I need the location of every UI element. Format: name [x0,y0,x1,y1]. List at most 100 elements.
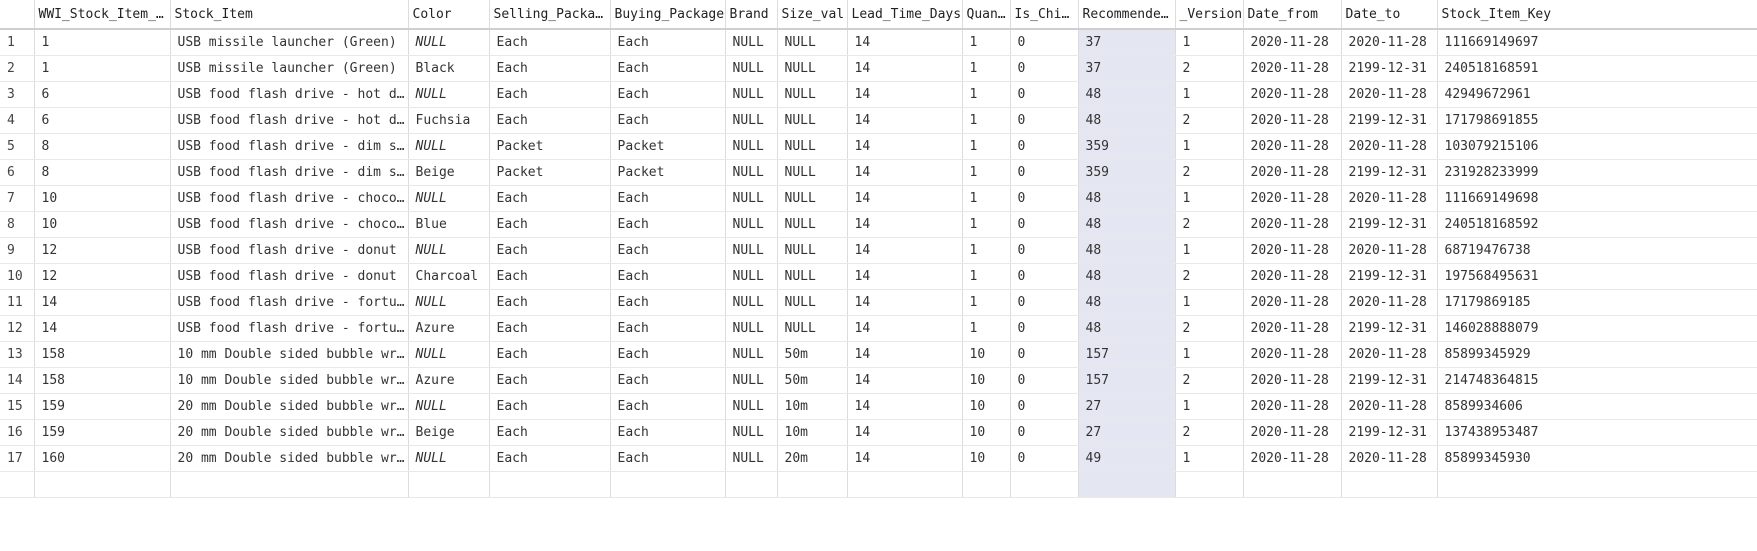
cell-stock-item[interactable]: USB missile launcher (Green) [170,29,409,56]
column-header-lead-time-days[interactable]: Lead_Time_Days [847,0,963,30]
cell-color[interactable] [408,471,490,498]
table-row[interactable]: 14 158 10 mm Double sided bubble wr… Azure E… [0,367,1757,394]
cell-date-from[interactable]: 2020-11-28 [1243,263,1342,290]
cell-lead-time-days[interactable]: 14 [847,107,963,134]
cell-date-to[interactable]: 2199-12-31 [1341,419,1438,446]
cell-recommended[interactable]: 27 [1078,419,1176,446]
cell-lead-time-days[interactable]: 14 [847,341,963,368]
cell-recommended[interactable]: 37 [1078,29,1176,56]
cell-is-chiller[interactable]: 0 [1010,315,1079,342]
cell-stock-item-key[interactable]: 42949672961 [1437,81,1757,108]
cell-lead-time-days[interactable]: 14 [847,81,963,108]
cell-stock-item-key[interactable]: 197568495631 [1437,263,1757,290]
cell-quantity[interactable]: 1 [962,185,1011,212]
cell--version[interactable] [1175,471,1244,498]
cell-date-to[interactable]: 2020-11-28 [1341,133,1438,160]
cell-selling-package[interactable]: Each [489,55,611,82]
cell-is-chiller[interactable]: 0 [1010,159,1079,186]
table-row[interactable]: 9 12 USB food flash drive - donut NULL Each E… [0,237,1757,264]
cell--version[interactable]: 1 [1175,393,1244,420]
cell-stock-item[interactable]: 20 mm Double sided bubble wr… [170,445,409,472]
cell-brand[interactable]: NULL [725,445,778,472]
cell-stock-item-key[interactable]: 214748364815 [1437,367,1757,394]
cell-selling-package[interactable]: Each [489,341,611,368]
column-header-date-from[interactable]: Date_from [1243,0,1342,30]
cell-wwi-stock-item-id[interactable]: 158 [34,341,171,368]
cell-size-val[interactable]: NULL [777,81,848,108]
cell-is-chiller[interactable]: 0 [1010,185,1079,212]
cell-stock-item[interactable]: USB food flash drive - donut [170,237,409,264]
cell-date-from[interactable]: 2020-11-28 [1243,81,1342,108]
cell-buying-package[interactable]: Each [610,315,726,342]
cell-lead-time-days[interactable]: 14 [847,211,963,238]
cell-quantity[interactable]: 1 [962,159,1011,186]
cell-wwi-stock-item-id[interactable]: 1 [34,29,171,56]
cell-stock-item-key[interactable]: 231928233999 [1437,159,1757,186]
table-row[interactable]: 4 6 USB food flash drive - hot d… Fuchsia Ea… [0,107,1757,134]
cell-brand[interactable]: NULL [725,185,778,212]
cell-buying-package[interactable]: Each [610,81,726,108]
cell-brand[interactable]: NULL [725,55,778,82]
cell-color[interactable]: Fuchsia [408,107,490,134]
cell-date-to[interactable]: 2020-11-28 [1341,237,1438,264]
cell-quantity[interactable]: 1 [962,81,1011,108]
cell-date-to[interactable]: 2199-12-31 [1341,159,1438,186]
cell-date-from[interactable]: 2020-11-28 [1243,341,1342,368]
cell-brand[interactable]: NULL [725,81,778,108]
cell-stock-item-key[interactable]: 137438953487 [1437,419,1757,446]
cell-recommended[interactable]: 48 [1078,289,1176,316]
table-row[interactable]: 11 14 USB food flash drive - fortu… NULL Eac… [0,289,1757,316]
cell--version[interactable]: 2 [1175,55,1244,82]
cell--version[interactable]: 2 [1175,367,1244,394]
cell-date-from[interactable]: 2020-11-28 [1243,419,1342,446]
cell--version[interactable]: 1 [1175,81,1244,108]
cell-is-chiller[interactable]: 0 [1010,107,1079,134]
cell-stock-item-key[interactable]: 103079215106 [1437,133,1757,160]
cell-size-val[interactable]: NULL [777,289,848,316]
column-header-date-to[interactable]: Date_to [1341,0,1438,30]
cell-lead-time-days[interactable]: 14 [847,185,963,212]
cell--version[interactable]: 2 [1175,419,1244,446]
cell--version[interactable]: 2 [1175,107,1244,134]
cell-lead-time-days[interactable]: 14 [847,159,963,186]
cell-size-val[interactable]: 50m [777,341,848,368]
table-row[interactable]: 16 159 20 mm Double sided bubble wr… Beige E… [0,419,1757,446]
cell-wwi-stock-item-id[interactable]: 10 [34,185,171,212]
cell-buying-package[interactable]: Each [610,107,726,134]
cell-lead-time-days[interactable]: 14 [847,367,963,394]
cell-lead-time-days[interactable]: 14 [847,29,963,56]
column-header-quantity[interactable]: Quan… [962,0,1011,30]
cell-selling-package[interactable] [489,471,611,498]
table-row[interactable]: 10 12 USB food flash drive - donut Charcoal… [0,263,1757,290]
cell-date-to[interactable]: 2020-11-28 [1341,289,1438,316]
cell-buying-package[interactable]: Each [610,393,726,420]
cell-stock-item-key[interactable]: 171798691855 [1437,107,1757,134]
cell-size-val[interactable]: NULL [777,211,848,238]
cell-selling-package[interactable]: Each [489,211,611,238]
cell-recommended[interactable]: 48 [1078,185,1176,212]
cell-color[interactable]: Beige [408,159,490,186]
cell-recommended[interactable]: 48 [1078,211,1176,238]
cell-quantity[interactable]: 10 [962,341,1011,368]
cell-selling-package[interactable]: Each [489,185,611,212]
column-header-selling-package[interactable]: Selling_Package [489,0,611,30]
table-row[interactable]: 1 1 USB missile launcher (Green) NULL Each Ea… [0,29,1757,56]
cell-is-chiller[interactable] [1010,471,1079,498]
cell-wwi-stock-item-id[interactable]: 6 [34,107,171,134]
cell-brand[interactable]: NULL [725,211,778,238]
cell-brand[interactable]: NULL [725,367,778,394]
cell-date-from[interactable]: 2020-11-28 [1243,367,1342,394]
cell-color[interactable]: Azure [408,367,490,394]
row-number-cell[interactable]: 1 [0,29,35,56]
cell-brand[interactable]: NULL [725,159,778,186]
table-row[interactable] [0,471,1757,498]
cell-stock-item-key[interactable]: 68719476738 [1437,237,1757,264]
cell-brand[interactable]: NULL [725,107,778,134]
cell-buying-package[interactable]: Each [610,237,726,264]
table-row[interactable]: 3 6 USB food flash drive - hot d… NULL Each E… [0,81,1757,108]
cell-color[interactable]: NULL [408,445,490,472]
cell-size-val[interactable]: NULL [777,133,848,160]
column-header-brand[interactable]: Brand [725,0,778,30]
cell-size-val[interactable]: NULL [777,159,848,186]
cell-stock-item[interactable]: 10 mm Double sided bubble wr… [170,341,409,368]
